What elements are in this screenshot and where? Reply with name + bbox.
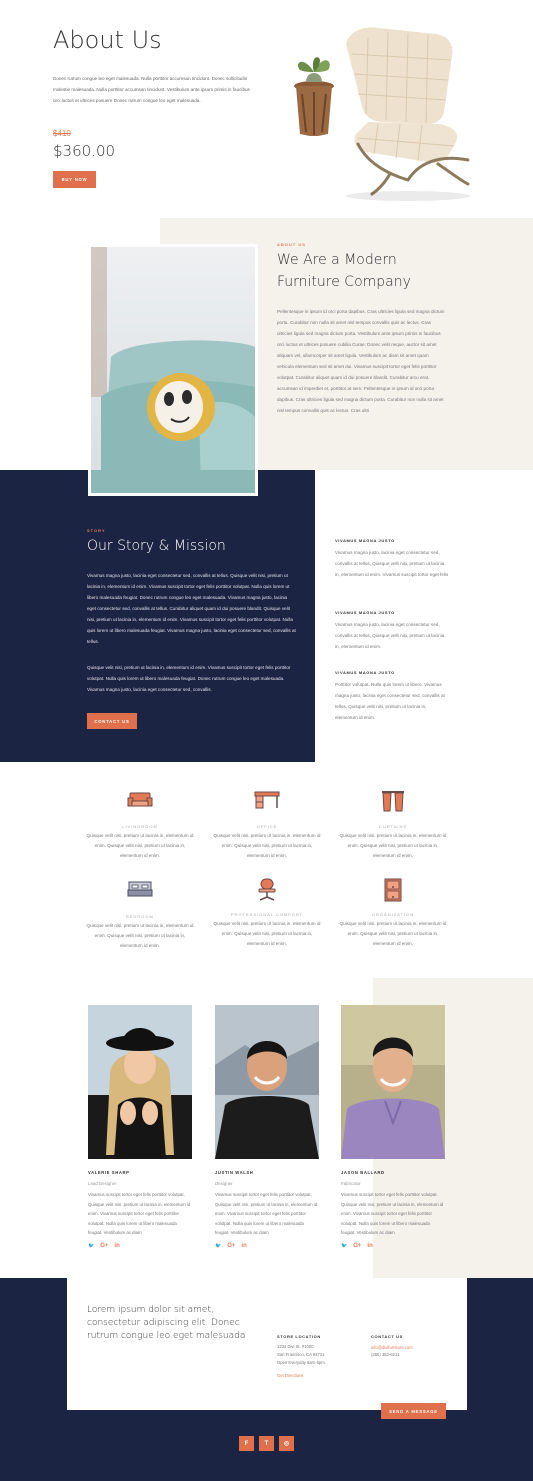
- curtains-icon: [382, 791, 404, 812]
- buy-now-button[interactable]: Buy Now: [53, 171, 96, 188]
- story-side-title-2: Vivamus Magna Justo: [335, 610, 395, 615]
- feature-title: Professional Comfort: [230, 912, 304, 917]
- price: $360.00: [53, 142, 116, 160]
- linkedin-icon[interactable]: in: [114, 1243, 119, 1249]
- feature-livingroom: Livingroom Quisque velit nisi, pretium u…: [85, 790, 195, 861]
- contact-us-button[interactable]: Contact Us: [87, 713, 137, 729]
- jason-photo: [341, 1005, 445, 1159]
- feature-title: Curtains: [378, 824, 408, 829]
- valerie-photo: [88, 1005, 192, 1159]
- feature-office: Office Quisque velit nisi, pretium ut la…: [212, 790, 322, 861]
- member-name: Valerie Sharp: [88, 1170, 130, 1175]
- team-member-justin: Justin Walsh Designer Vivamus suscipit t…: [215, 1005, 319, 1249]
- sofa-icon: [127, 792, 153, 807]
- justin-photo: [215, 1005, 319, 1159]
- story-paragraph-1: Vivamus magna justo, lacinia eget consec…: [87, 573, 296, 644]
- bed-icon: [127, 881, 153, 897]
- cabinet-icon: [384, 878, 402, 902]
- contact-card: [67, 1278, 467, 1410]
- hero-description: Donec rutrum congue leo eget malesuada. …: [53, 76, 250, 103]
- story-side-block-3: Vivamus Magna Justo Porttitor volutpat. …: [335, 670, 450, 723]
- store-location-title: Store Location: [277, 1334, 321, 1339]
- member-name: Justin Walsh: [215, 1170, 254, 1175]
- feature-professional-comfort: Professional Comfort Quisque velit nisi,…: [212, 878, 322, 949]
- contact-email-link[interactable]: info@divifurniture.com: [371, 1345, 413, 1350]
- story-side-block-2: Vivamus Magna Justo Vivamus magna justo,…: [335, 610, 450, 652]
- member-social: 🐦 G+ in: [341, 1243, 445, 1249]
- feature-text: Quisque velit nisi, pretium ut lacinia i…: [213, 921, 321, 946]
- store-address-line2: San Francisco, CA 93721: [277, 1352, 325, 1357]
- linkedin-icon[interactable]: in: [367, 1243, 372, 1249]
- member-role: Designer: [215, 1181, 233, 1186]
- store-address-line1: 1234 Divi St. #1000: [277, 1344, 314, 1349]
- story-title: Our Story & Mission: [87, 538, 226, 554]
- feature-text: Quisque velit nisi, pretium ut lacinia i…: [213, 833, 321, 858]
- desk-icon: [254, 791, 280, 809]
- feature-title: Bedroom: [126, 914, 154, 919]
- member-name: Jason Ballard: [341, 1170, 385, 1175]
- armchair-photo-frame-overlap: [88, 470, 258, 496]
- feature-text: Quisque velit nisi, pretium ut lacinia i…: [339, 833, 447, 858]
- member-bio: Vivamus suscipit tortor eget felis portt…: [341, 1192, 444, 1235]
- about-body: Pellentesque in ipsum id orci porta dapi…: [277, 309, 445, 413]
- story-side-title-1: Vivamus Magna Justo: [335, 538, 395, 543]
- twitter-icon[interactable]: 🐦: [88, 1243, 94, 1249]
- story-side-text-3: Porttitor volutpat. Nulla quis lorem ut …: [335, 682, 445, 720]
- old-price: $410: [53, 129, 71, 138]
- feature-title: Office: [256, 824, 278, 829]
- member-bio: Vivamus suscipit tortor eget felis portt…: [88, 1192, 191, 1235]
- story-side-text-1: Vivamus magna justo, lacinia eget consec…: [335, 550, 449, 577]
- lounge-chair-image: [294, 27, 470, 201]
- story-side-block-1: Vivamus Magna Justo Vivamus magna justo,…: [335, 538, 450, 580]
- feature-curtains: Curtains Quisque velit nisi, pretium ut …: [338, 790, 448, 861]
- member-role: Fabricator: [341, 1181, 361, 1186]
- member-bio: Vivamus suscipit tortor eget felis portt…: [215, 1192, 318, 1235]
- send-message-button[interactable]: Send a Message: [381, 1403, 446, 1419]
- feature-text: Quisque velit nisi, pretium ut lacinia i…: [86, 833, 194, 858]
- story-side-text-2: Vivamus magna justo, lacinia eget consec…: [335, 622, 445, 649]
- office-chair-icon: [258, 878, 276, 901]
- about-title-line1: We Are a Modern: [277, 252, 397, 268]
- feature-title: Livingroom: [122, 824, 158, 829]
- feature-text: Quisque velit nisi, pretium ut lacinia i…: [339, 921, 447, 946]
- story-side-title-3: Vivamus Magna Justo: [335, 670, 395, 675]
- instagram-icon[interactable]: ◎: [279, 1436, 294, 1451]
- team-member-jason: Jason Ballard Fabricator Vivamus suscipi…: [341, 1005, 445, 1249]
- about-eyebrow: About Us: [277, 242, 306, 247]
- contact-lead: Lorem ipsum dolor sit amet, consectetur …: [87, 1305, 246, 1341]
- story-paragraph-2: Quisque velit nisi, pretium ut lacinia i…: [87, 665, 291, 692]
- feature-title: Organization: [371, 912, 415, 917]
- twitter-icon[interactable]: 🐦: [215, 1243, 221, 1249]
- twitter-icon[interactable]: t: [259, 1436, 274, 1451]
- hero-title: About Us: [53, 26, 162, 54]
- feature-bedroom: Bedroom Quisque velit nisi, pretium ut l…: [85, 880, 195, 951]
- twitter-icon[interactable]: 🐦: [341, 1243, 347, 1249]
- google-plus-icon[interactable]: G+: [353, 1243, 361, 1249]
- contact-us-title: Contact Us: [371, 1334, 403, 1339]
- armchair-photo: [88, 244, 258, 496]
- about-title-line2: Furniture Company: [277, 274, 411, 290]
- member-social: 🐦 G+ in: [88, 1243, 192, 1249]
- linkedin-icon[interactable]: in: [241, 1243, 246, 1249]
- store-hours: Open Everyday 8am-5pm: [277, 1360, 325, 1365]
- feature-organization: Organization Quisque velit nisi, pretium…: [338, 878, 448, 949]
- facebook-icon[interactable]: f: [239, 1436, 254, 1451]
- member-role: Lead Designer: [88, 1181, 117, 1186]
- contact-phone: (255) 352-6211: [371, 1352, 400, 1357]
- team-member-valerie: Valerie Sharp Lead Designer Vivamus susc…: [88, 1005, 192, 1249]
- member-social: 🐦 G+ in: [215, 1243, 319, 1249]
- get-directions-link[interactable]: Get Directions: [277, 1373, 304, 1378]
- google-plus-icon[interactable]: G+: [227, 1243, 235, 1249]
- story-eyebrow: Story: [87, 528, 106, 533]
- google-plus-icon[interactable]: G+: [100, 1243, 108, 1249]
- feature-text: Quisque velit nisi, pretium ut lacinia i…: [86, 923, 194, 948]
